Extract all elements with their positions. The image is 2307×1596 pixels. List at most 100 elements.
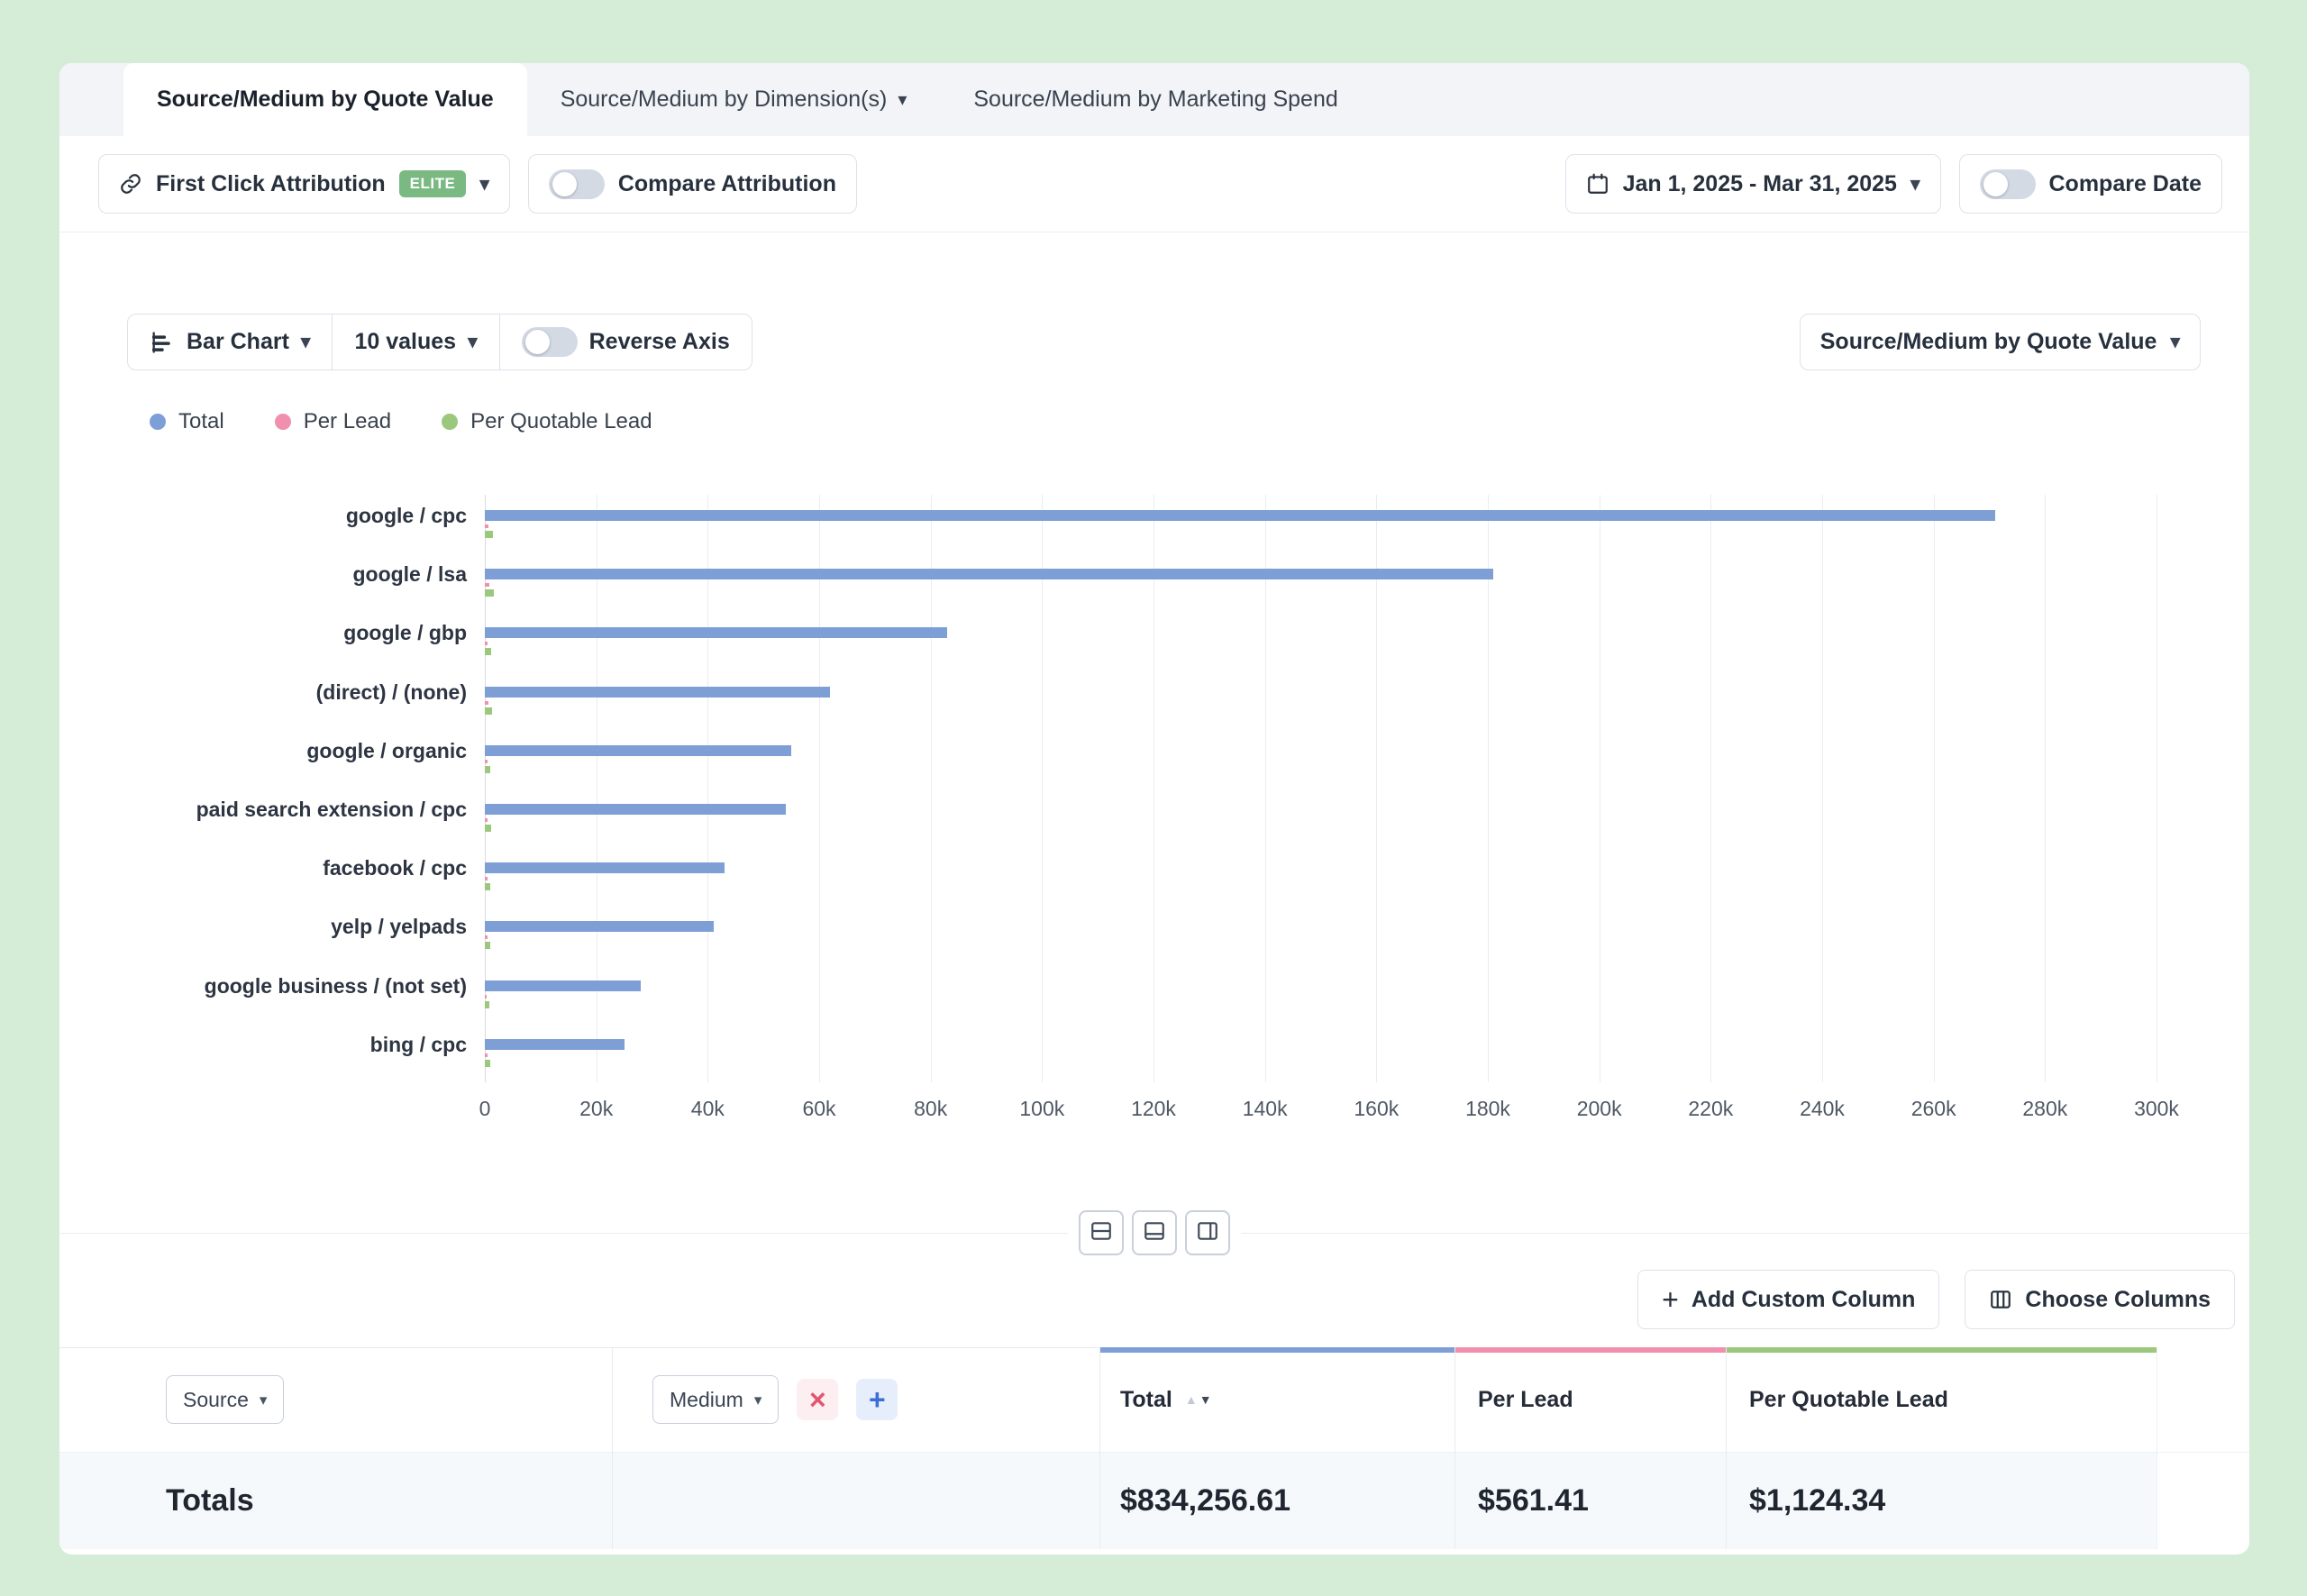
bar-per-quotable-lead[interactable] <box>485 531 493 538</box>
totals-label: Totals <box>166 1483 254 1518</box>
bar-per-quotable-lead[interactable] <box>485 766 490 773</box>
totals-label-cell: Totals <box>59 1452 612 1549</box>
totals-per-lead-cell: $561.41 <box>1454 1452 1726 1549</box>
tab-dimensions[interactable]: Source/Medium by Dimension(s) ▾ <box>527 63 941 136</box>
bar-per-quotable-lead[interactable] <box>485 1001 489 1008</box>
bar-per-lead[interactable] <box>485 583 489 587</box>
col-header-total[interactable]: Total ▲▼ <box>1099 1347 1454 1452</box>
tab-bar: Source/Medium by Quote Value Source/Medi… <box>59 63 2249 136</box>
reverse-axis-toggle[interactable] <box>522 327 578 357</box>
chart-settings-group: Bar Chart ▾ 10 values ▾ Reverse Axis <box>127 314 752 370</box>
bar-total[interactable] <box>485 862 725 873</box>
bar-row <box>485 847 2157 906</box>
tab-marketing-spend[interactable]: Source/Medium by Marketing Spend <box>940 63 1371 136</box>
legend-item-per-lead[interactable]: Per Lead <box>275 409 391 434</box>
bar-total[interactable] <box>485 569 1493 579</box>
reverse-axis-label: Reverse Axis <box>589 329 730 355</box>
bar-per-lead[interactable] <box>485 760 488 763</box>
layout-right-panel-button[interactable] <box>1185 1210 1230 1255</box>
right-panel-icon <box>1196 1219 1219 1247</box>
col-header-per-quotable-lead[interactable]: Per Quotable Lead <box>1726 1347 2157 1452</box>
col-header-per-lead[interactable]: Per Lead <box>1454 1347 1726 1452</box>
add-dimension-button[interactable]: + <box>856 1379 898 1420</box>
bar-per-quotable-lead[interactable] <box>485 648 491 655</box>
sort-icon[interactable]: ▲▼ <box>1185 1392 1214 1407</box>
bar-total[interactable] <box>485 1039 625 1050</box>
choose-columns-button[interactable]: Choose Columns <box>1965 1270 2235 1329</box>
tab-quote-value[interactable]: Source/Medium by Quote Value <box>123 63 527 136</box>
bar-total[interactable] <box>485 687 830 698</box>
category-label: google / organic <box>59 730 485 789</box>
bar-per-lead[interactable] <box>485 642 488 645</box>
totals-medium-cell <box>612 1452 1099 1549</box>
source-column-header: Source ▾ <box>59 1347 612 1452</box>
bar-per-lead[interactable] <box>485 818 488 822</box>
bar-row <box>485 730 2157 789</box>
category-label-text: google / cpc <box>346 504 467 553</box>
layout-split-horizontal-button[interactable] <box>1079 1210 1124 1255</box>
chart-plot <box>485 495 2157 1082</box>
source-dimension-select[interactable]: Source ▾ <box>166 1375 284 1424</box>
category-label-text: (direct) / (none) <box>316 680 467 730</box>
bar-per-lead[interactable] <box>485 877 488 880</box>
metric-selector[interactable]: Source/Medium by Quote Value ▾ <box>1800 314 2201 370</box>
data-table: Source ▾ Medium ▾ × + Total ▲▼ Per Lead … <box>59 1347 2249 1549</box>
layout-switcher <box>1068 1210 1241 1255</box>
legend-dot-total <box>150 414 166 430</box>
category-label-text: facebook / cpc <box>323 856 467 906</box>
plus-icon: + <box>1662 1285 1679 1314</box>
add-custom-column-button[interactable]: + Add Custom Column <box>1637 1270 1939 1329</box>
category-label: (direct) / (none) <box>59 671 485 730</box>
compare-attribution-toggle[interactable] <box>549 169 605 199</box>
x-tick-label: 100k <box>1019 1097 1064 1121</box>
bar-total[interactable] <box>485 921 714 932</box>
bar-per-lead[interactable] <box>485 935 488 939</box>
bar-per-lead[interactable] <box>485 1053 488 1057</box>
legend-item-total[interactable]: Total <box>150 409 224 434</box>
bar-per-quotable-lead[interactable] <box>485 707 492 715</box>
x-tick-label: 300k <box>2134 1097 2179 1121</box>
bar-row <box>485 553 2157 612</box>
chevron-down-icon: ▾ <box>479 175 489 194</box>
legend-item-per-quotable-lead[interactable]: Per Quotable Lead <box>442 409 652 434</box>
x-tick-label: 260k <box>1911 1097 1956 1121</box>
category-label: paid search extension / cpc <box>59 789 485 847</box>
layout-bottom-panel-button[interactable] <box>1132 1210 1177 1255</box>
chart-legend: Total Per Lead Per Quotable Lead <box>59 408 2249 435</box>
attribution-selector[interactable]: First Click Attribution ELITE ▾ <box>98 154 510 214</box>
bar-per-quotable-lead[interactable] <box>485 883 490 890</box>
bar-total[interactable] <box>485 510 1995 521</box>
bar-per-quotable-lead[interactable] <box>485 1060 490 1067</box>
remove-dimension-button[interactable]: × <box>797 1379 838 1420</box>
bar-total[interactable] <box>485 627 947 638</box>
x-tick-label: 200k <box>1577 1097 1622 1121</box>
attribution-bar: First Click Attribution ELITE ▾ Compare … <box>59 136 2249 233</box>
x-tick-label: 40k <box>691 1097 725 1121</box>
bar-per-lead[interactable] <box>485 524 488 528</box>
bar-per-quotable-lead[interactable] <box>485 589 494 597</box>
bar-per-lead[interactable] <box>485 995 487 999</box>
columns-icon <box>1989 1288 2012 1311</box>
category-label: facebook / cpc <box>59 847 485 906</box>
bar-per-lead[interactable] <box>485 701 488 705</box>
compare-date-toggle[interactable] <box>1980 169 2036 199</box>
values-count-selector[interactable]: 10 values ▾ <box>332 315 498 369</box>
bar-per-quotable-lead[interactable] <box>485 942 490 949</box>
column-header-label: Total <box>1120 1387 1172 1413</box>
bar-per-quotable-lead[interactable] <box>485 825 491 832</box>
medium-column-header: Medium ▾ × + <box>612 1347 1099 1452</box>
x-tick-label: 160k <box>1354 1097 1399 1121</box>
add-custom-column-label: Add Custom Column <box>1691 1287 1916 1313</box>
medium-dimension-select[interactable]: Medium ▾ <box>652 1375 779 1424</box>
date-range-selector[interactable]: Jan 1, 2025 - Mar 31, 2025 ▾ <box>1565 154 1941 214</box>
category-label-text: bing / cpc <box>370 1033 467 1082</box>
bar-total[interactable] <box>485 804 786 815</box>
chart-type-label: Bar Chart <box>187 329 289 355</box>
bar-total[interactable] <box>485 980 641 991</box>
chart-x-axis-row: 020k40k60k80k100k120k140k160k180k200k220… <box>59 1082 2249 1127</box>
compare-date-control: Compare Date <box>1959 154 2223 214</box>
chart-type-selector[interactable]: Bar Chart ▾ <box>128 315 332 369</box>
bar-row <box>485 612 2157 670</box>
bar-total[interactable] <box>485 745 791 756</box>
compare-attribution-label: Compare Attribution <box>618 171 836 197</box>
